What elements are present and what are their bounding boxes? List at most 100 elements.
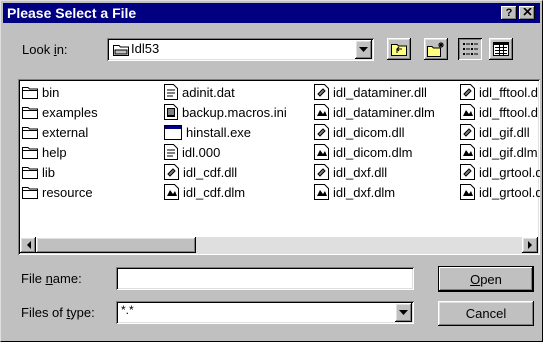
file-list-item[interactable]: idl_gif.dlm (460, 143, 538, 161)
close-icon (522, 7, 532, 16)
new-folder-button[interactable] (424, 38, 448, 60)
folder-icon (22, 186, 42, 199)
file-list-item[interactable]: hinstall.exe (164, 123, 251, 141)
folder-icon (22, 146, 42, 159)
dll-icon (314, 124, 333, 140)
exe-icon (164, 124, 186, 140)
chevron-down-icon (359, 47, 368, 52)
arrow-left-icon (26, 241, 31, 249)
horizontal-scrollbar[interactable] (20, 237, 538, 253)
file-list-item[interactable]: idl.000 (164, 143, 220, 161)
file-name-text: examples (42, 104, 98, 120)
file-name-text: hinstall.exe (186, 124, 252, 140)
file-list-item[interactable]: examples (22, 103, 98, 121)
file-list-item[interactable]: idl_cdf.dll (164, 163, 237, 181)
new-folder-icon (427, 41, 444, 57)
file-name-text: idl_fftool.d (479, 84, 539, 100)
dlm-icon (460, 184, 479, 200)
close-button[interactable] (519, 6, 535, 20)
up-folder-button[interactable] (387, 38, 411, 60)
scroll-left-button[interactable] (20, 237, 36, 253)
file-name-text: resource (42, 184, 93, 200)
scroll-thumb[interactable] (36, 237, 196, 253)
dlm-icon (314, 184, 333, 200)
file-list-item[interactable]: idl_gif.dll (460, 123, 530, 141)
file-list-item[interactable]: idl_grtool.d (460, 183, 540, 201)
file-name-text: idl_dxf.dlm (333, 184, 396, 200)
title-bar: Please Select a File ? (3, 3, 540, 23)
file-name-text: idl_grtool.d (479, 184, 540, 200)
folder-icon (22, 166, 42, 179)
help-button[interactable]: ? (501, 6, 517, 20)
file-list-item[interactable]: resource (22, 183, 93, 201)
file-name-text: external (42, 124, 89, 140)
dlm-icon (164, 184, 183, 200)
look-in-label: Look in: (22, 42, 68, 57)
file-name-text: help (42, 144, 67, 160)
dll-icon (460, 124, 479, 140)
file-list-item[interactable]: idl_dataminer.dll (314, 83, 427, 101)
list-view-icon (463, 43, 478, 55)
file-name-text: idl_gif.dll (479, 124, 530, 140)
file-list-item[interactable]: external (22, 123, 88, 141)
file-name-text: backup.macros.ini (182, 104, 287, 120)
chevron-down-icon (399, 310, 408, 315)
file-list[interactable]: bin examples external help lib resource adinit… (18, 79, 540, 255)
file-list-item[interactable]: idl_dicom.dll (314, 123, 405, 141)
dlm-icon (460, 144, 479, 160)
drive-folder-icon (113, 45, 129, 56)
dll-icon (164, 164, 183, 180)
file-type-label: Files of type: (21, 305, 95, 320)
file-name-text: idl_dataminer.dll (333, 84, 427, 100)
look-in-value: Idl53 (131, 41, 160, 56)
file-name-text: idl_dxf.dll (333, 164, 388, 180)
file-name-text: idl_grtool.d (479, 164, 540, 180)
folder-icon (22, 86, 42, 99)
file-list-item[interactable]: backup.macros.ini (164, 103, 287, 121)
file-name-text: idl_cdf.dll (183, 164, 238, 180)
file-name-text: idl_dicom.dlm (333, 144, 413, 160)
file-list-item[interactable]: idl_dicom.dlm (314, 143, 412, 161)
file-list-item[interactable]: bin (22, 83, 59, 101)
look-in-drop-button[interactable] (355, 40, 372, 59)
look-in-dropdown[interactable]: Idl53 (107, 38, 374, 61)
dll-icon (314, 84, 333, 100)
file-name-text: idl_dataminer.dlm (333, 104, 435, 120)
cancel-button[interactable]: Cancel (438, 301, 534, 326)
file-type-value: *.* (121, 303, 134, 317)
ini-file-icon (164, 104, 182, 120)
folder-icon (22, 106, 42, 119)
open-button[interactable]: Open (438, 266, 534, 292)
file-list-item[interactable]: lib (22, 163, 55, 181)
file-dialog: Please Select a File ? Look in: Idl53 bi… (0, 0, 543, 342)
scroll-right-button[interactable] (522, 237, 538, 253)
dlm-icon (314, 144, 333, 160)
file-type-dropdown[interactable]: *.* (116, 301, 414, 324)
file-list-item[interactable]: idl_fftool.d (460, 83, 538, 101)
file-list-item[interactable]: idl_cdf.dlm (164, 183, 245, 201)
details-view-icon (493, 42, 509, 56)
file-list-item[interactable]: idl_dataminer.dlm (314, 103, 435, 121)
file-name-text: idl_gif.dlm (479, 144, 538, 160)
file-name-label: File name: (21, 271, 82, 286)
file-icon (164, 84, 182, 100)
dlm-icon (314, 104, 333, 120)
folder-icon (22, 126, 42, 139)
file-list-item[interactable]: adinit.dat (164, 83, 235, 101)
file-type-drop-button[interactable] (395, 303, 412, 322)
arrow-right-icon (527, 241, 532, 249)
file-name-text: idl_fftool.d (479, 104, 539, 120)
file-name-input[interactable] (116, 267, 414, 290)
file-name-text: idl.000 (182, 144, 221, 160)
file-list-item[interactable]: idl_grtool.d (460, 163, 540, 181)
file-list-item[interactable]: idl_fftool.d (460, 103, 538, 121)
file-list-item[interactable]: idl_dxf.dll (314, 163, 387, 181)
file-name-text: lib (42, 164, 56, 180)
list-view-button[interactable] (458, 38, 482, 60)
file-list-item[interactable]: help (22, 143, 67, 161)
file-list-item[interactable]: idl_dxf.dlm (314, 183, 395, 201)
details-view-button[interactable] (489, 38, 513, 60)
file-name-text: bin (42, 84, 60, 100)
dlm-icon (460, 104, 479, 120)
dll-icon (460, 84, 479, 100)
